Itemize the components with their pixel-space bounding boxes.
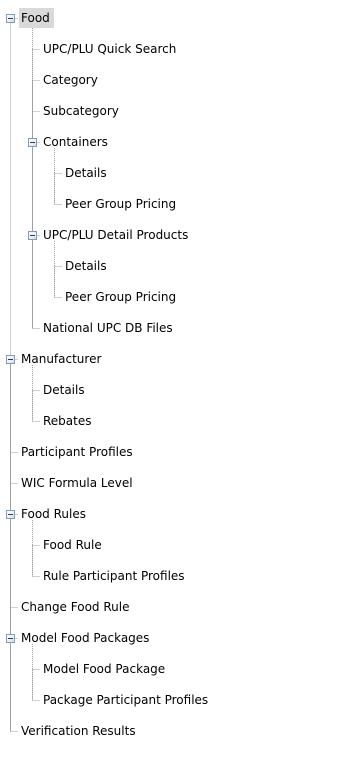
collapse-icon[interactable] [6, 14, 15, 23]
navigation-tree: Food UPC/PLU Quick Search Category Subcateg… [0, 0, 346, 765]
tree-item-subcategory[interactable]: Subcategory [43, 101, 119, 121]
collapse-icon[interactable] [6, 634, 15, 643]
tree-item-national-upc-db-files[interactable]: National UPC DB Files [43, 318, 173, 338]
tree-item-upc-plu-detail-products[interactable]: UPC/PLU Detail Products [43, 225, 188, 245]
collapse-icon[interactable] [28, 231, 37, 240]
tree-item-model-food-packages[interactable]: Model Food Packages [21, 628, 149, 648]
tree-item-peer-group-pricing[interactable]: Peer Group Pricing [65, 194, 176, 214]
tree-item-rebates[interactable]: Rebates [43, 411, 92, 431]
tree-item-details[interactable]: Details [65, 163, 107, 183]
tree-item-participant-profiles[interactable]: Participant Profiles [21, 442, 133, 462]
tree-item-model-food-package[interactable]: Model Food Package [43, 659, 165, 679]
tree-item-rule-participant-profiles[interactable]: Rule Participant Profiles [43, 566, 185, 586]
collapse-icon[interactable] [6, 355, 15, 364]
tree-item-peer-group-pricing[interactable]: Peer Group Pricing [65, 287, 176, 307]
collapse-icon[interactable] [28, 138, 37, 147]
tree-item-food-rules[interactable]: Food Rules [21, 504, 86, 524]
tree-item-manufacturer[interactable]: Manufacturer [21, 349, 101, 369]
tree-item-upc-plu-quick-search[interactable]: UPC/PLU Quick Search [43, 39, 176, 59]
tree-item-change-food-rule[interactable]: Change Food Rule [21, 597, 129, 617]
tree-item-details[interactable]: Details [65, 256, 107, 276]
tree-item-details[interactable]: Details [43, 380, 85, 400]
tree-item-package-participant-profiles[interactable]: Package Participant Profiles [43, 690, 208, 710]
tree-item-category[interactable]: Category [43, 70, 98, 90]
tree-item-wic-formula-level[interactable]: WIC Formula Level [21, 473, 133, 493]
tree-item-food[interactable]: Food [19, 8, 54, 28]
collapse-icon[interactable] [6, 510, 15, 519]
tree-item-verification-results[interactable]: Verification Results [21, 721, 136, 741]
tree-item-food-rule[interactable]: Food Rule [43, 535, 102, 555]
tree-item-containers[interactable]: Containers [43, 132, 108, 152]
